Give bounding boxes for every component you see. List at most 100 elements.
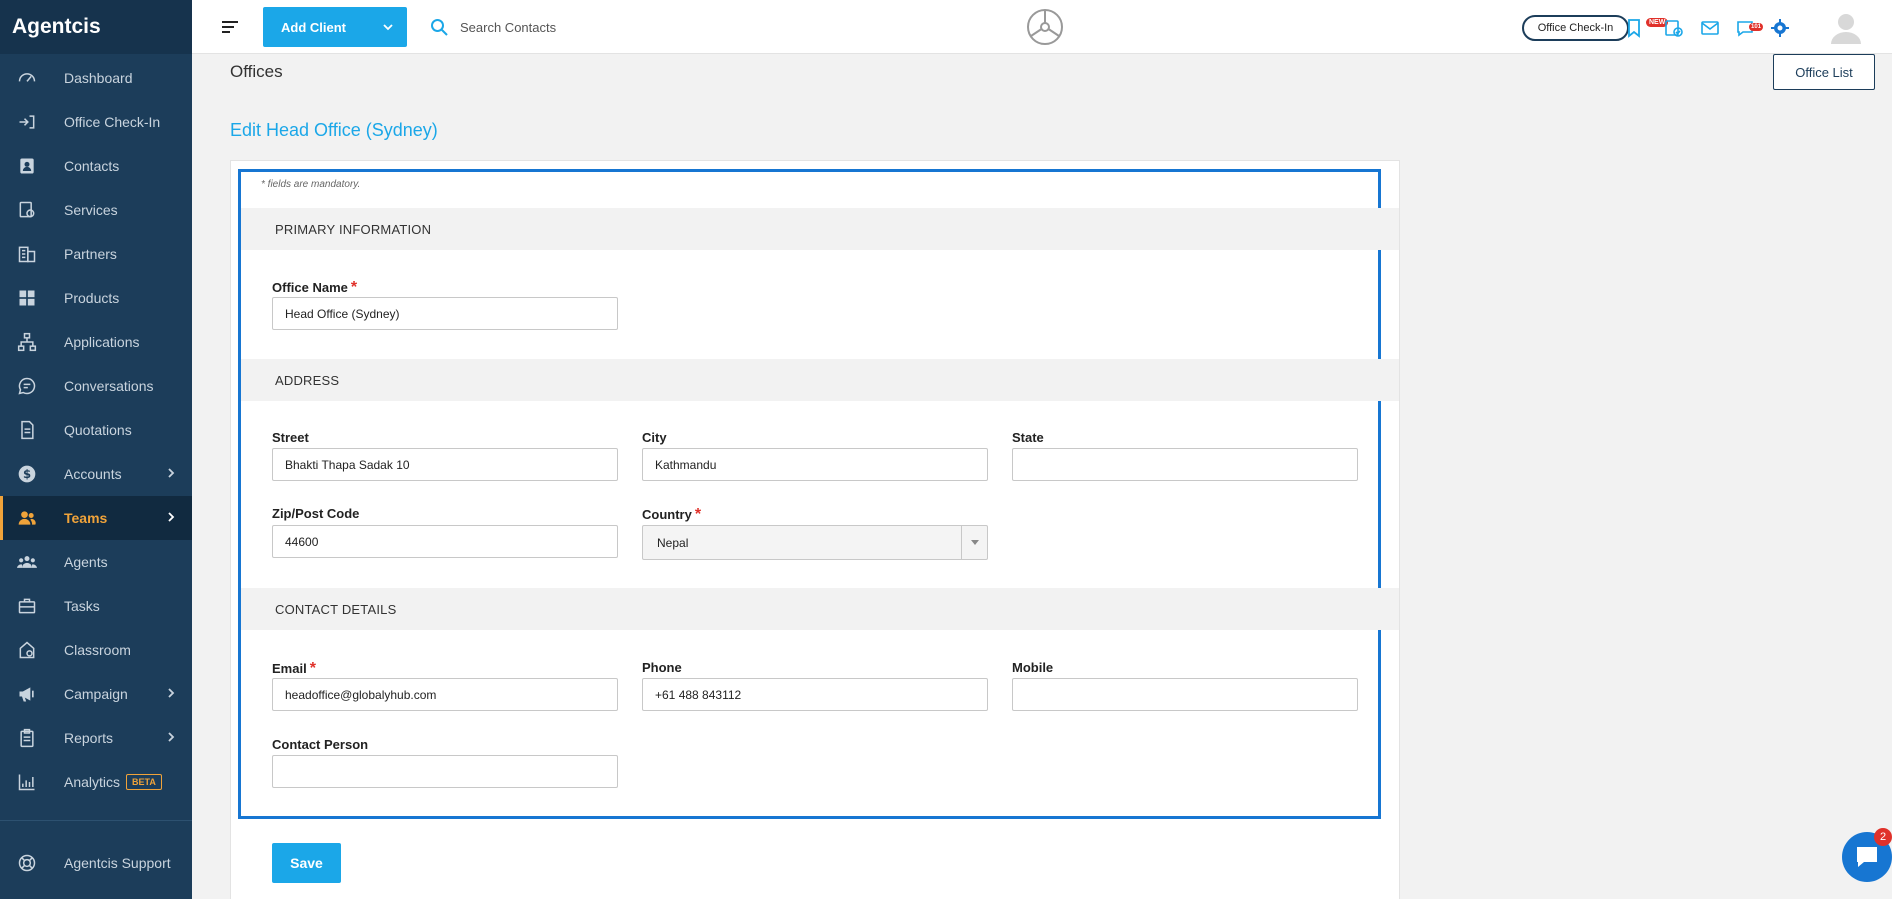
- office-name-label-text: Office Name: [272, 280, 348, 295]
- beta-badge: BETA: [126, 774, 162, 790]
- office-list-button[interactable]: Office List: [1773, 54, 1875, 90]
- sidebar-item-label: Contacts: [64, 158, 120, 174]
- user-avatar-icon[interactable]: [1828, 12, 1864, 44]
- sidebar-item-teams[interactable]: Teams: [0, 496, 192, 540]
- notification-count-badge: 101: [1749, 23, 1764, 31]
- sidebar-item-quotations[interactable]: Quotations: [0, 408, 192, 452]
- caret-down-icon: [970, 539, 979, 545]
- sidebar-item-services[interactable]: Services: [0, 188, 192, 232]
- briefcase-icon: [16, 595, 38, 617]
- city-label: City: [642, 430, 667, 445]
- section-address: ADDRESS: [241, 359, 1399, 401]
- mobile-input[interactable]: [1012, 678, 1358, 711]
- dollar-icon: $: [16, 463, 38, 485]
- chevron-right-icon: [168, 512, 175, 522]
- sidebar-item-label: Services: [64, 202, 118, 218]
- sidebar-item-dashboard[interactable]: Dashboard: [0, 56, 192, 100]
- sidebar-nav: Dashboard Office Check-In Contacts Servi…: [0, 56, 192, 804]
- sidebar-item-campaign[interactable]: Campaign: [0, 672, 192, 716]
- add-client-label: Add Client: [281, 19, 346, 35]
- mobile-label: Mobile: [1012, 660, 1054, 675]
- sidebar-item-analytics[interactable]: Analytics BETA: [0, 760, 192, 804]
- state-input[interactable]: [1012, 448, 1358, 481]
- clipboard-icon: [16, 727, 38, 749]
- sidebar-item-accounts[interactable]: $ Accounts: [0, 452, 192, 496]
- sidebar-item-label: Campaign: [64, 686, 128, 702]
- sidebar-item-partners[interactable]: Partners: [0, 232, 192, 276]
- sidebar-item-classroom[interactable]: Classroom: [0, 628, 192, 672]
- sidebar: Agentcis Dashboard Office Check-In Conta…: [0, 0, 192, 899]
- phone-input[interactable]: [642, 678, 988, 711]
- building-icon: [16, 243, 38, 265]
- country-label-text: Country: [642, 507, 692, 522]
- save-button[interactable]: Save: [272, 843, 341, 883]
- mail-icon[interactable]: [1700, 18, 1720, 38]
- gear-icon[interactable]: [1770, 18, 1790, 38]
- sidebar-item-label: Agents: [64, 554, 108, 570]
- task-check-icon[interactable]: [1664, 18, 1684, 38]
- office-checkin-button[interactable]: Office Check-In: [1522, 15, 1629, 41]
- company-logo-icon: [1027, 9, 1063, 45]
- products-icon: [16, 287, 38, 309]
- chat-widget-icon: [1857, 847, 1877, 867]
- zip-input[interactable]: [272, 525, 618, 558]
- lifebuoy-icon: [16, 852, 38, 874]
- street-input[interactable]: [272, 448, 618, 481]
- sidebar-item-reports[interactable]: Reports: [0, 716, 192, 760]
- svg-text:$: $: [23, 467, 31, 481]
- country-selected-value: Nepal: [657, 535, 689, 550]
- search-icon: [431, 19, 448, 36]
- city-input[interactable]: [642, 448, 988, 481]
- sidebar-support: Agentcis Support: [0, 820, 192, 899]
- email-label: Email *: [272, 660, 316, 678]
- search-input[interactable]: [460, 12, 760, 42]
- add-client-button[interactable]: Add Client: [263, 7, 407, 47]
- edit-office-title: Edit Head Office (Sydney): [230, 120, 438, 140]
- sidebar-item-label: Agentcis Support: [64, 855, 171, 871]
- sidebar-item-label: Quotations: [64, 422, 132, 438]
- checkin-icon: [16, 111, 38, 133]
- zip-label: Zip/Post Code: [272, 506, 360, 521]
- topbar: Add Client Office Check-In NEW 101: [192, 0, 1892, 54]
- classroom-icon: [16, 639, 38, 661]
- sidebar-item-label: Teams: [64, 510, 108, 526]
- country-select[interactable]: Nepal: [642, 525, 988, 560]
- email-label-text: Email: [272, 661, 307, 676]
- select-arrow[interactable]: [961, 526, 987, 559]
- sidebar-item-label: Dashboard: [64, 70, 133, 86]
- sidebar-item-applications[interactable]: Applications: [0, 320, 192, 364]
- analytics-icon: [16, 771, 38, 793]
- bookmark-icon[interactable]: [1624, 18, 1644, 38]
- sidebar-item-label: Analytics: [64, 774, 121, 790]
- country-label: Country *: [642, 506, 701, 524]
- agents-icon: [16, 551, 38, 573]
- team-icon: [16, 507, 38, 529]
- sidebar-item-conversations[interactable]: Conversations: [0, 364, 192, 408]
- menu-icon[interactable]: [222, 19, 240, 35]
- contact-person-label: Contact Person: [272, 737, 369, 752]
- contact-person-input[interactable]: [272, 755, 618, 788]
- form-highlight-frame: [238, 169, 1381, 819]
- sidebar-item-tasks[interactable]: Tasks: [0, 584, 192, 628]
- gauge-icon: [16, 67, 38, 89]
- brand-logo[interactable]: Agentcis: [0, 0, 192, 54]
- office-name-input[interactable]: [272, 297, 618, 330]
- sidebar-item-office-checkin[interactable]: Office Check-In: [0, 100, 192, 144]
- sidebar-item-label: Office Check-In: [64, 114, 161, 130]
- sidebar-item-label: Conversations: [64, 378, 154, 394]
- section-contact-details: CONTACT DETAILS: [241, 588, 1399, 630]
- sidebar-item-label: Reports: [64, 730, 114, 746]
- phone-label: Phone: [642, 660, 682, 675]
- chevron-down-icon[interactable]: [383, 23, 393, 31]
- chat-unread-badge: 2: [1874, 828, 1892, 846]
- flow-icon: [16, 331, 38, 353]
- sidebar-item-support[interactable]: Agentcis Support: [0, 841, 192, 885]
- sidebar-item-label: Partners: [64, 246, 117, 262]
- sidebar-item-label: Tasks: [64, 598, 100, 614]
- required-mark: *: [694, 506, 702, 523]
- email-input[interactable]: [272, 678, 618, 711]
- section-primary-information: PRIMARY INFORMATION: [241, 208, 1399, 250]
- sidebar-item-products[interactable]: Products: [0, 276, 192, 320]
- sidebar-item-contacts[interactable]: Contacts: [0, 144, 192, 188]
- sidebar-item-agents[interactable]: Agents: [0, 540, 192, 584]
